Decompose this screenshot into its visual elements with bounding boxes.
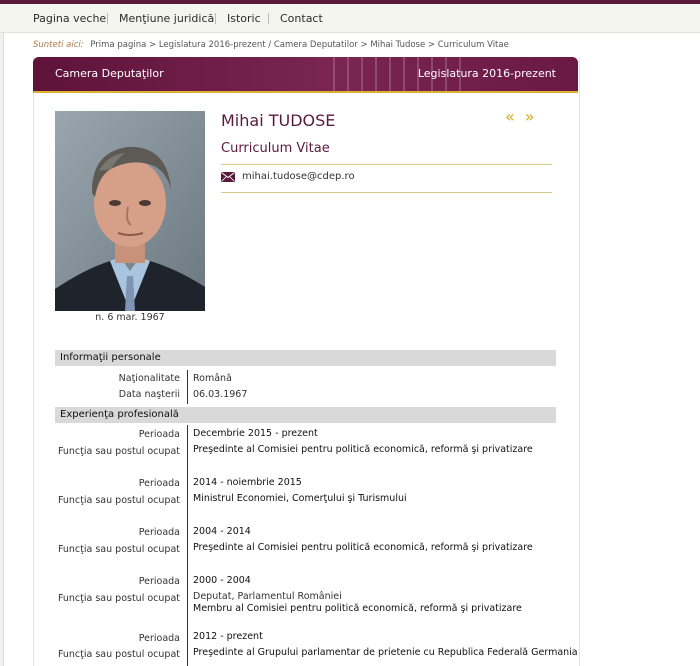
- experience-role: Membru al Comisiei pentru politică econo…: [193, 603, 522, 614]
- breadcrumb-lead: Sunteti aici:: [33, 40, 84, 50]
- experience-period: 2000 - 2004: [193, 575, 251, 586]
- nav-link-old-page[interactable]: Pagina veche: [33, 12, 106, 25]
- nav-link-contact[interactable]: Contact: [280, 12, 323, 25]
- nav-separator: [268, 13, 269, 24]
- field-label: Funcţia sau postul ocupat: [57, 446, 180, 457]
- field-label: Funcţia sau postul ocupat: [57, 544, 180, 555]
- divider: [221, 192, 552, 193]
- experience-period: 2014 - noiembrie 2015: [193, 477, 302, 488]
- field-value: Română: [193, 373, 232, 384]
- envelope-icon: [221, 172, 235, 182]
- field-label: Perioada: [138, 576, 180, 587]
- experience-role: Preşedinte al Comisiei pentru politică e…: [193, 542, 533, 553]
- divider: [221, 164, 552, 165]
- field-label: Naţionalitate: [118, 373, 180, 384]
- section-personal-info: Informaţii personale: [55, 350, 556, 366]
- nav-separator: [215, 13, 216, 24]
- banner-legislature: Legislatura 2016-prezent: [417, 67, 556, 80]
- breadcrumb-item[interactable]: Camera Deputatilor: [274, 40, 358, 50]
- breadcrumb-item[interactable]: Mihai Tudose: [370, 40, 425, 50]
- page-subtitle: Curriculum Vitae: [221, 141, 330, 156]
- field-label: Funcţia sau postul ocupat: [57, 495, 180, 506]
- banner-institution: Camera Deputaţilor: [55, 67, 164, 80]
- field-value: 06.03.1967: [193, 389, 248, 400]
- breadcrumb-item[interactable]: Prima pagina: [90, 40, 146, 50]
- field-label: Data naşterii: [118, 389, 180, 400]
- field-label: Perioada: [138, 478, 180, 489]
- experience-role: Preşedinte al Comisiei pentru politică e…: [193, 444, 533, 455]
- field-label: Funcţia sau postul ocupat: [57, 649, 180, 660]
- portrait-illustration: [55, 111, 205, 311]
- person-name: Mihai TUDOSE: [221, 111, 336, 130]
- section-title: Informaţii personale: [60, 352, 161, 363]
- next-arrow-icon[interactable]: »: [525, 107, 545, 126]
- record-navigation: «»: [505, 107, 545, 126]
- experience-role: Ministrul Economiei, Comerţului şi Turis…: [193, 493, 407, 504]
- window-left-edge: [0, 4, 4, 666]
- section-experience: Experienţa profesională: [55, 407, 556, 423]
- column-divider: [187, 425, 188, 666]
- field-label: Perioada: [138, 633, 180, 644]
- birth-caption: n. 6 mar. 1967: [95, 312, 165, 323]
- top-nav: Pagina veche Menţiune juridică Istoric C…: [0, 4, 700, 33]
- previous-arrow-icon[interactable]: «: [505, 107, 525, 126]
- experience-role: Preşedinte al Grupului parlamentar de pr…: [193, 647, 578, 658]
- field-label: Perioada: [138, 429, 180, 440]
- experience-period: 2004 - 2014: [193, 526, 251, 537]
- nav-link-history[interactable]: Istoric: [227, 12, 261, 25]
- breadcrumb-item[interactable]: Legislatura 2016-prezent: [159, 40, 266, 50]
- field-label: Funcţia sau postul ocupat: [57, 593, 180, 604]
- column-divider: [187, 370, 188, 404]
- page-banner: Camera Deputaţilor Legislatura 2016-prez…: [33, 57, 578, 93]
- experience-period: Decembrie 2015 - prezent: [193, 428, 318, 439]
- experience-period: 2012 - prezent: [193, 631, 263, 642]
- nav-separator: [107, 13, 108, 24]
- portrait-photo: [55, 111, 205, 311]
- email-link[interactable]: mihai.tudose@cdep.ro: [242, 171, 355, 182]
- experience-organization: Deputat, Parlamentul României: [193, 591, 342, 602]
- section-title: Experienţa profesională: [60, 409, 179, 420]
- field-label: Perioada: [138, 527, 180, 538]
- breadcrumb-item-current: Curriculum Vitae: [437, 40, 509, 50]
- nav-link-legal[interactable]: Menţiune juridică: [119, 12, 214, 25]
- breadcrumb: Sunteti aici: Prima pagina > Legislatura…: [33, 40, 509, 50]
